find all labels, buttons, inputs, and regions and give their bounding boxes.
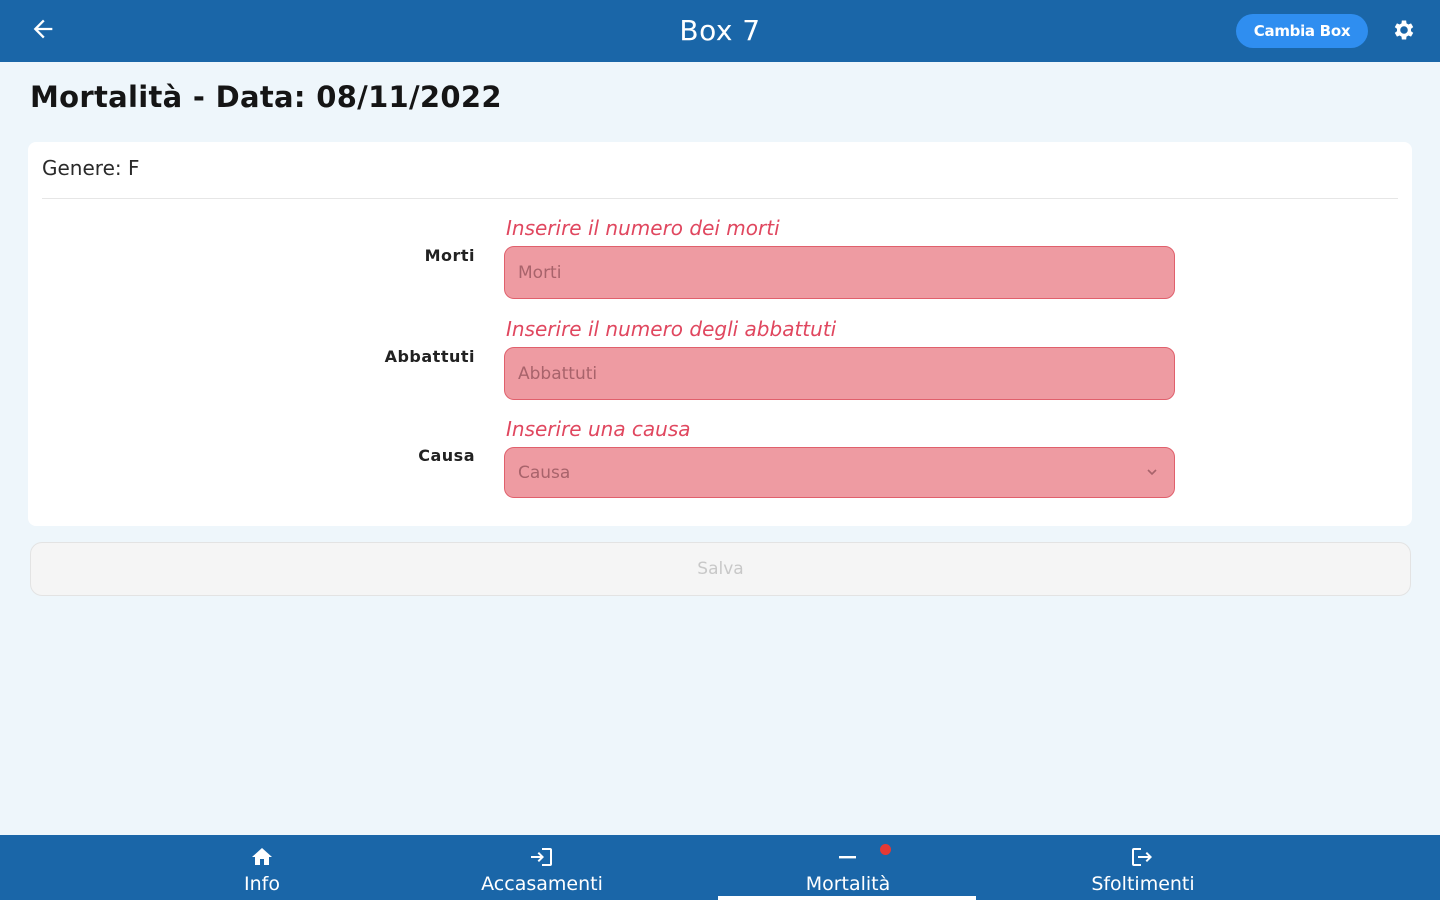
nav-label-accasamenti: Accasamenti xyxy=(481,873,603,895)
nav-label-sfoltimenti: Sfoltimenti xyxy=(1091,873,1195,895)
causa-select[interactable]: Causa xyxy=(504,447,1175,498)
causa-select-value: Causa xyxy=(518,462,571,483)
gear-icon xyxy=(1391,17,1417,47)
bottom-nav: Info Accasamenti Mortalità Sfoltimenti xyxy=(0,835,1440,900)
page-title: Box 7 xyxy=(679,14,761,47)
nav-item-sfoltimenti[interactable]: Sfoltimenti xyxy=(1078,835,1208,900)
top-app-bar: Box 7 Cambia Box xyxy=(0,0,1440,62)
causa-label: Causa xyxy=(418,446,475,465)
abbattuti-input[interactable] xyxy=(504,347,1175,400)
nav-label-info: Info xyxy=(244,873,280,895)
divider xyxy=(42,198,1398,199)
morti-input[interactable] xyxy=(504,246,1175,299)
genere-label: Genere: F xyxy=(42,156,140,180)
arrow-left-icon xyxy=(29,15,57,47)
morti-label: Morti xyxy=(424,246,475,265)
settings-button[interactable] xyxy=(1388,16,1420,48)
nav-item-mortalita[interactable]: Mortalità xyxy=(788,835,908,900)
logout-icon xyxy=(1130,845,1156,869)
login-icon xyxy=(529,845,555,869)
form-card: Genere: F Morti Inserire il numero dei m… xyxy=(28,142,1412,526)
minus-icon xyxy=(836,845,860,869)
abbattuti-error-hint: Inserire il numero degli abbattuti xyxy=(506,317,837,341)
cambia-box-button[interactable]: Cambia Box xyxy=(1236,14,1368,48)
abbattuti-label: Abbattuti xyxy=(384,347,475,366)
home-icon xyxy=(250,845,274,869)
save-button[interactable]: Salva xyxy=(30,542,1411,596)
notification-badge xyxy=(880,844,891,855)
back-button[interactable] xyxy=(26,14,60,48)
nav-item-info[interactable]: Info xyxy=(212,835,312,900)
nav-item-accasamenti[interactable]: Accasamenti xyxy=(472,835,612,900)
active-tab-indicator xyxy=(718,896,976,900)
morti-error-hint: Inserire il numero dei morti xyxy=(506,216,780,240)
nav-label-mortalita: Mortalità xyxy=(805,873,891,895)
chevron-down-icon xyxy=(1144,464,1160,480)
section-heading: Mortalità - Data: 08/11/2022 xyxy=(30,80,502,114)
causa-error-hint: Inserire una causa xyxy=(506,417,691,441)
